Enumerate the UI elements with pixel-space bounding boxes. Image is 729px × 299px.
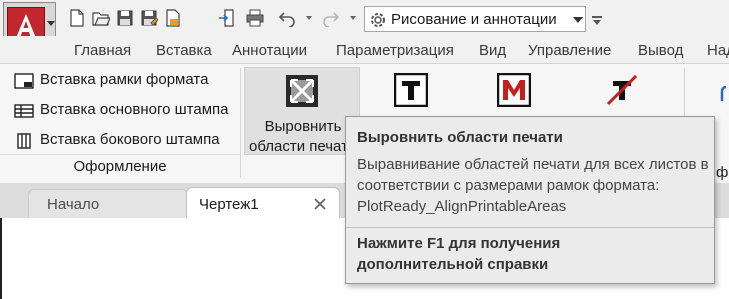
tab-drawing-label: Чертеж1 [199,196,259,213]
insert-side-stamp-label: Вставка бокового штампа [40,131,220,148]
print-icon[interactable] [246,9,264,27]
redo-icon[interactable] [322,9,340,27]
delete-text-style-icon[interactable] [605,73,639,107]
save-icon[interactable] [116,9,134,27]
close-icon[interactable] [313,197,327,211]
save-as-icon[interactable] [140,9,158,27]
align-print-areas-label-1: Выровнить [264,118,342,135]
align-print-areas-button[interactable]: Выровнить области печат [244,67,360,155]
text-style-icon[interactable] [393,72,429,108]
open-icon[interactable] [92,9,110,27]
panel-separator [240,68,241,178]
chevron-down-icon [573,17,583,23]
align-print-areas-label-2: области печат [249,138,348,155]
gear-icon [369,11,387,29]
tab-drawing[interactable]: Чертеж1 [186,187,340,218]
tooltip-help-line: дополнительной справки [357,256,549,273]
export-icon[interactable] [164,9,182,27]
mtext-style-icon[interactable] [496,72,532,108]
workspace-select[interactable]: Рисование и аннотации [364,6,586,32]
panel-title: Оформление [73,158,167,175]
canvas-border [0,218,2,299]
tooltip-help-line: Нажмите F1 для получения [357,235,561,252]
tooltip-description: Выравнивание областей печати для всех ли… [357,154,709,217]
tooltip-description-line: соответствии с размерами рамок формата: [357,177,660,194]
frame-icon [14,73,34,89]
tab-view[interactable]: Вид [479,42,506,59]
redo-dropdown-icon[interactable] [350,16,356,20]
tooltip: Выровнить области печати Выравнивание об… [345,116,715,284]
partial-panel-title: ф [716,164,729,181]
side-stamp-icon [14,133,34,149]
partial-tool-icon[interactable] [718,85,729,103]
insert-frame-label: Вставка рамки формата [40,71,209,88]
customize-toolbar-icon[interactable] [592,13,602,25]
tab-parametric[interactable]: Параметризация [336,42,454,59]
undo-icon[interactable] [278,9,296,27]
align-areas-icon [285,74,319,108]
panel-divider [0,154,240,155]
tooltip-divider [346,227,714,228]
tooltip-description-line: Выравнивание областей печати для всех ли… [357,156,709,173]
undo-dropdown-icon[interactable] [306,16,312,20]
tab-manage[interactable]: Управление [528,42,611,59]
tab-home[interactable]: Главная [74,42,131,59]
quick-access-toolbar: Рисование и аннотации [0,0,729,36]
new-icon[interactable] [68,9,86,27]
chevron-down-icon [47,21,55,26]
tab-annotate[interactable]: Аннотации [232,42,307,59]
tab-addins[interactable]: Над [707,42,729,59]
tab-start-label: Начало [47,196,100,213]
tab-output[interactable]: Вывод [638,42,683,59]
import-icon[interactable] [218,9,236,27]
tab-insert[interactable]: Вставка [156,42,212,59]
stamp-icon [14,103,34,119]
tooltip-description-line: PlotReady_AlignPrintableAreas [357,198,567,215]
ribbon-tabs: Главная Вставка Аннотации Параметризация… [0,36,729,64]
workspace-label: Рисование и аннотации [391,11,557,28]
tab-start[interactable]: Начало [28,189,188,218]
insert-main-stamp-label: Вставка основного штампа [40,101,229,118]
tooltip-title: Выровнить области печати [357,129,563,146]
tooltip-help: Нажмите F1 для получения дополнительной … [357,233,709,275]
